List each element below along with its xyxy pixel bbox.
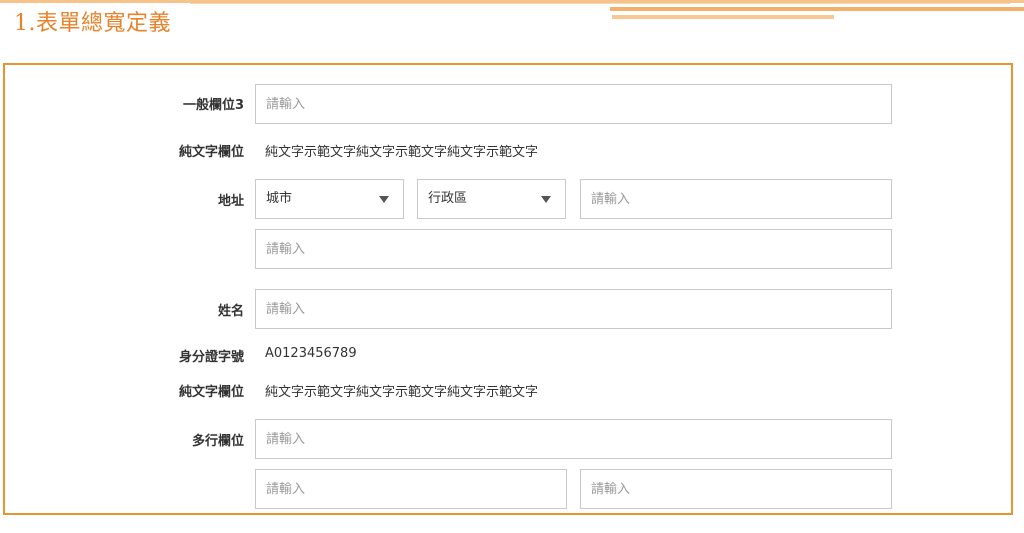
text-field-label: 純文字欄位	[178, 145, 244, 160]
name-label: 姓名	[217, 304, 244, 319]
multi-field-row1-input[interactable]	[255, 419, 892, 459]
id-number-value: A0123456789	[265, 346, 357, 361]
multi-field-row2-right-input[interactable]	[580, 469, 892, 509]
address-detail-input[interactable]	[580, 179, 892, 219]
city-select-value: 城市	[266, 191, 293, 206]
multi-field-row2-left-input[interactable]	[255, 469, 567, 509]
district-select-value: 行政區	[428, 191, 468, 206]
id-number-label: 身分證字號	[178, 350, 244, 365]
header-bar	[612, 15, 834, 19]
page-title: 1.表單總寬定義	[14, 11, 171, 36]
text-field-label: 純文字欄位	[178, 385, 244, 400]
text-field-value: 純文字示範文字純文字示範文字純文字示範文字	[265, 145, 539, 160]
text-field-value: 純文字示範文字純文字示範文字純文字示範文字	[265, 385, 539, 400]
general-field-input[interactable]	[255, 84, 892, 124]
address-street-input[interactable]	[255, 229, 892, 269]
header-bar	[190, 3, 1010, 4]
district-select[interactable]: 行政區	[417, 179, 566, 219]
name-input[interactable]	[255, 289, 892, 329]
multi-field-label: 多行欄位	[191, 434, 244, 449]
chevron-down-icon	[541, 196, 551, 203]
city-select[interactable]: 城市	[255, 179, 404, 219]
header-bar	[610, 7, 1024, 11]
address-label: 地址	[217, 194, 244, 209]
chevron-down-icon	[379, 196, 389, 203]
general-field-label: 一般欄位3	[182, 98, 244, 113]
